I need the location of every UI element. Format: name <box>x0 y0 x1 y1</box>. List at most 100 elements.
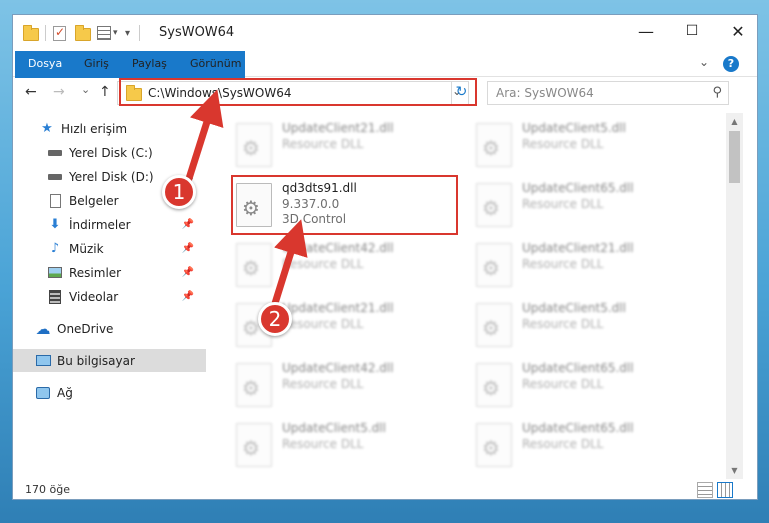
tab-home[interactable]: Giriş <box>71 51 122 77</box>
network-icon <box>35 386 51 400</box>
sidebar-item-label: Bu bilgisayar <box>57 354 135 368</box>
file-item[interactable]: ⚙ UpdateClient42.dll Resource DLL <box>232 359 462 415</box>
file-name: UpdateClient42.dll <box>282 241 394 255</box>
scroll-up-arrow-icon[interactable]: ▲ <box>726 113 743 130</box>
recent-locations-button[interactable]: ⌄ <box>81 83 90 96</box>
file-name: UpdateClient65.dll <box>522 181 634 195</box>
file-name: UpdateClient5.dll <box>522 121 626 135</box>
file-item[interactable]: ⚙ UpdateClient65.dll Resource DLL <box>472 419 702 475</box>
file-description: Resource DLL <box>282 257 363 271</box>
item-count: 170 öğe <box>25 483 70 496</box>
video-icon <box>47 290 63 304</box>
step-badge-2: 2 <box>258 302 292 336</box>
address-bar-highlight <box>119 78 477 106</box>
tab-share[interactable]: Paylaş <box>119 51 180 77</box>
file-item[interactable]: ⚙ UpdateClient21.dll Resource DLL <box>232 119 462 175</box>
status-bar: 170 öğe <box>13 479 757 500</box>
file-highlight-box <box>231 175 458 235</box>
sidebar-item-label: İndirmeler <box>69 218 131 232</box>
file-item[interactable]: ⚙ UpdateClient42.dll Resource DLL <box>232 239 462 295</box>
file-description: Resource DLL <box>522 197 603 211</box>
window-title: SysWOW64 <box>159 25 234 40</box>
pictures-icon <box>47 266 63 280</box>
file-name: UpdateClient21.dll <box>282 121 394 135</box>
toolbar-dropdown-icon[interactable]: ▾ <box>125 28 130 39</box>
dll-file-icon: ⚙ <box>476 183 512 227</box>
file-description: Resource DLL <box>522 257 603 271</box>
details-view-button[interactable] <box>697 482 713 498</box>
up-button[interactable]: ↑ <box>99 84 111 100</box>
file-name: UpdateClient21.dll <box>282 301 394 315</box>
ribbon-expand-chevron-icon[interactable]: ⌄ <box>699 55 709 69</box>
pin-icon[interactable]: 📌 <box>182 267 194 278</box>
file-item[interactable]: ⚙ UpdateClient5.dll Resource DLL <box>472 119 702 175</box>
sidebar-item-quick-access[interactable]: ★ Hızlı erişim <box>13 117 206 140</box>
search-placeholder[interactable]: Ara: SysWOW64 <box>496 86 594 100</box>
sidebar-item-onedrive[interactable]: ☁ OneDrive <box>13 317 206 340</box>
file-name: UpdateClient5.dll <box>522 301 626 315</box>
sidebar-item-this-pc[interactable]: Bu bilgisayar <box>13 349 206 372</box>
back-button[interactable]: ← <box>25 84 37 100</box>
minimize-button[interactable]: — <box>623 15 669 47</box>
sidebar-item-music[interactable]: ♪ Müzik 📌 <box>13 237 206 260</box>
sidebar-item-label: Resimler <box>69 266 121 280</box>
pin-icon[interactable]: 📌 <box>182 243 194 254</box>
properties-check-icon[interactable] <box>53 26 66 41</box>
search-icon[interactable]: ⚲ <box>712 85 722 100</box>
file-description: Resource DLL <box>522 377 603 391</box>
file-description: Resource DLL <box>282 137 363 151</box>
help-icon[interactable]: ? <box>723 56 739 72</box>
pin-icon[interactable]: 📌 <box>182 219 194 230</box>
dll-file-icon: ⚙ <box>236 363 272 407</box>
file-name: UpdateClient65.dll <box>522 421 634 435</box>
file-item[interactable]: ⚙ UpdateClient65.dll Resource DLL <box>472 179 702 235</box>
step-badge-1: 1 <box>162 175 196 209</box>
drive-icon <box>47 170 63 184</box>
file-item[interactable]: ⚙ UpdateClient21.dll Resource DLL <box>472 239 702 295</box>
vertical-scrollbar[interactable]: ▲ ▼ <box>726 113 743 479</box>
file-item[interactable]: ⚙ UpdateClient5.dll Resource DLL <box>232 419 462 475</box>
file-list: ⚙ UpdateClient21.dll Resource DLL ⚙ qd3d… <box>218 113 726 477</box>
divider <box>139 25 140 41</box>
sidebar-item-downloads[interactable]: ⬇ İndirmeler 📌 <box>13 213 206 236</box>
forward-button[interactable]: → <box>53 84 65 100</box>
download-icon: ⬇ <box>47 218 63 232</box>
dll-file-icon: ⚙ <box>236 123 272 167</box>
sidebar-item-disk-c[interactable]: Yerel Disk (C:) <box>13 141 206 164</box>
music-icon: ♪ <box>47 242 63 256</box>
sidebar-item-pictures[interactable]: Resimler 📌 <box>13 261 206 284</box>
customize-toolbar-icon[interactable]: ▾ <box>113 28 118 38</box>
pin-icon[interactable]: 📌 <box>182 291 194 302</box>
divider <box>45 25 46 41</box>
scroll-thumb[interactable] <box>729 131 740 183</box>
search-input[interactable]: Ara: SysWOW64 ⚲ <box>487 81 729 105</box>
file-item[interactable]: ⚙ UpdateClient5.dll Resource DLL <box>472 299 702 355</box>
sidebar-item-videos[interactable]: Videolar 📌 <box>13 285 206 308</box>
dll-file-icon: ⚙ <box>476 243 512 287</box>
maximize-button[interactable]: ☐ <box>669 15 715 47</box>
new-folder-icon[interactable] <box>75 28 91 41</box>
sidebar-item-label: Yerel Disk (D:) <box>69 170 154 184</box>
close-button[interactable]: ✕ <box>715 15 758 47</box>
cloud-icon: ☁ <box>35 322 51 336</box>
properties-icon[interactable] <box>97 26 111 40</box>
file-name: UpdateClient21.dll <box>522 241 634 255</box>
file-item[interactable]: ⚙ UpdateClient65.dll Resource DLL <box>472 359 702 415</box>
file-description: Resource DLL <box>522 317 603 331</box>
file-name: UpdateClient42.dll <box>282 361 394 375</box>
tab-view[interactable]: Görünüm <box>177 51 254 77</box>
dll-file-icon: ⚙ <box>476 303 512 347</box>
file-description: Resource DLL <box>282 377 363 391</box>
dll-file-icon: ⚙ <box>476 123 512 167</box>
title-bar: ▾ ▾ SysWOW64 — ☐ ✕ <box>13 15 757 51</box>
large-icons-view-button[interactable] <box>717 482 733 498</box>
file-name: UpdateClient65.dll <box>522 361 634 375</box>
scroll-down-arrow-icon[interactable]: ▼ <box>726 462 743 479</box>
dll-file-icon: ⚙ <box>476 363 512 407</box>
dll-file-icon: ⚙ <box>476 423 512 467</box>
navigation-pane: ★ Hızlı erişim Yerel Disk (C:) Yerel Dis… <box>13 113 206 477</box>
drive-icon <box>47 146 63 160</box>
file-name: UpdateClient5.dll <box>282 421 386 435</box>
sidebar-item-label: Videolar <box>69 290 118 304</box>
sidebar-item-network[interactable]: Ağ <box>13 381 206 404</box>
